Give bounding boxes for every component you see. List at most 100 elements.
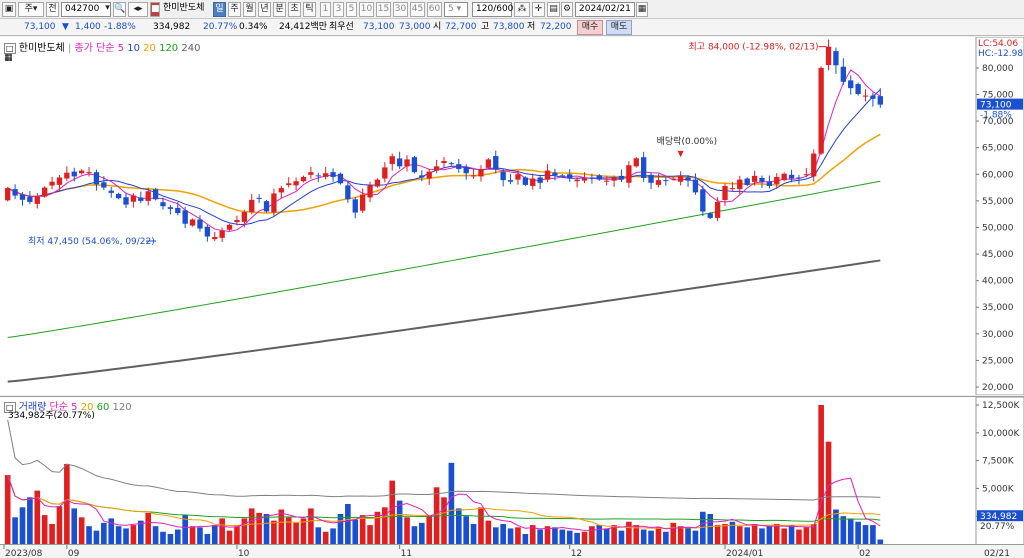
secondary-pct: 0.34% bbox=[239, 22, 268, 32]
legend-vol-ma120: 120 bbox=[112, 402, 132, 413]
candle-body bbox=[411, 157, 418, 173]
period-week-tab[interactable]: 주 bbox=[228, 2, 241, 17]
volume-bar bbox=[359, 515, 366, 544]
best-ask: 73,100 bbox=[363, 22, 395, 32]
candle-body bbox=[78, 170, 85, 174]
interval-select[interactable]: 5 ▾ bbox=[444, 2, 468, 17]
volume-bar bbox=[640, 529, 647, 544]
candle-body bbox=[811, 153, 817, 177]
interval-15-button[interactable]: 15 bbox=[376, 2, 391, 17]
volume-bar bbox=[160, 531, 166, 544]
volume-bar bbox=[389, 480, 396, 544]
candle-body bbox=[670, 178, 676, 180]
chart-type-icon[interactable]: ⁂ bbox=[514, 2, 530, 17]
stock-code-dropdown-icon[interactable]: ▾ bbox=[103, 2, 112, 17]
x-tick-label: 2024/01 bbox=[726, 549, 763, 558]
volume-bar bbox=[574, 532, 580, 544]
volume-bar bbox=[855, 521, 861, 544]
period-minute-tab[interactable]: 분 bbox=[273, 2, 286, 17]
chart-options-icon[interactable]: ▣ bbox=[2, 2, 16, 17]
price-y-tick-label: 25,000 bbox=[982, 356, 1014, 366]
volume-bar bbox=[840, 516, 847, 544]
period-tick-tab[interactable]: 틱 bbox=[303, 2, 316, 17]
current-volume-tag-label: 334,982 bbox=[980, 512, 1017, 522]
calendar-icon[interactable]: ▦ bbox=[636, 2, 648, 17]
current-price: 73,100 bbox=[24, 22, 56, 32]
count-input[interactable]: 120/600 bbox=[472, 2, 513, 17]
sell-button[interactable]: 매도 bbox=[606, 20, 632, 35]
interval-45-button[interactable]: 45 bbox=[410, 2, 425, 17]
interval-5-button[interactable]: 5 bbox=[346, 2, 357, 17]
volume-bar bbox=[515, 527, 521, 544]
candle-body bbox=[175, 207, 181, 214]
volume-bar bbox=[618, 530, 625, 544]
buy-button[interactable]: 매수 bbox=[577, 20, 603, 35]
candle-body bbox=[389, 156, 395, 165]
candle-body bbox=[249, 199, 255, 213]
volume-bar bbox=[818, 405, 824, 544]
volume-bar bbox=[500, 523, 506, 544]
volume-bar bbox=[204, 533, 211, 544]
volume-bar bbox=[78, 517, 85, 544]
candle-body bbox=[655, 180, 662, 185]
turnover-pct: 20.77% bbox=[203, 22, 238, 32]
interval-3-button[interactable]: 3 bbox=[333, 2, 344, 17]
volume-panel[interactable]: 12,500K10,000K7,500K5,000K2,500K334,9822… bbox=[0, 396, 1024, 545]
interval-60-button[interactable]: 60 bbox=[427, 2, 442, 17]
volume-bar bbox=[773, 523, 780, 544]
price-chart[interactable]: 80,00075,00070,00065,00060,00055,00050,0… bbox=[0, 37, 1024, 395]
volume-current-label: 334,982주(20.77%) bbox=[8, 411, 95, 421]
volume-chart[interactable]: 12,500K10,000K7,500K5,000K2,500K334,9822… bbox=[0, 397, 1024, 545]
candle-body bbox=[152, 189, 159, 200]
volume-bar bbox=[655, 527, 662, 544]
legend-ma120: 120 bbox=[159, 43, 179, 54]
legend-ma10: 10 bbox=[127, 43, 140, 54]
candle-body bbox=[803, 174, 810, 176]
volume-bar bbox=[581, 531, 588, 544]
period-year-tab[interactable]: 년 bbox=[258, 2, 271, 17]
candle-body bbox=[226, 224, 233, 230]
settings-gear-icon[interactable]: ⚙ bbox=[561, 2, 573, 17]
candle-body bbox=[308, 172, 314, 175]
candle-body bbox=[870, 95, 876, 99]
candle-body bbox=[204, 226, 211, 237]
search-icon[interactable]: 🔍 bbox=[113, 2, 126, 17]
interval-30-button[interactable]: 30 bbox=[393, 2, 408, 17]
search-scope-button[interactable]: 전 bbox=[46, 2, 59, 17]
legend-vol-ma60: 60 bbox=[96, 402, 110, 413]
volume-bar bbox=[189, 526, 196, 544]
prev-next-stock-button[interactable]: ◂▸ bbox=[128, 2, 148, 17]
volume-bar bbox=[507, 528, 514, 544]
volume-bar bbox=[485, 520, 492, 544]
date-input[interactable]: 2024/02/21 bbox=[575, 2, 635, 17]
candle-body bbox=[34, 196, 40, 204]
candle-body bbox=[71, 171, 77, 177]
candle-body bbox=[626, 165, 632, 183]
volume-bar bbox=[603, 528, 610, 544]
candle-body bbox=[751, 175, 758, 182]
volume-bar bbox=[685, 527, 691, 544]
save-icon[interactable]: ▤ bbox=[547, 2, 560, 17]
period-month-tab[interactable]: 월 bbox=[243, 2, 256, 17]
period-day-tab[interactable]: 일 bbox=[213, 2, 226, 17]
x-tick-label: 12 bbox=[571, 549, 582, 558]
low-annotation: 최저 47,450 (54.06%, 09/22) bbox=[28, 236, 155, 247]
price-y-tick-label: 35,000 bbox=[982, 303, 1014, 313]
crosshair-icon[interactable]: ✛ bbox=[532, 2, 545, 17]
interval-1-button[interactable]: 1 bbox=[320, 2, 331, 17]
volume-bar bbox=[263, 513, 270, 544]
volume-bar bbox=[796, 529, 802, 544]
menu-dropdown[interactable]: 주▾ bbox=[18, 2, 44, 17]
volume-bar bbox=[278, 509, 285, 544]
volume-bar bbox=[123, 528, 129, 544]
interval-10-button[interactable]: 10 bbox=[359, 2, 374, 17]
candle-body bbox=[877, 96, 883, 105]
grid-toggle-icon[interactable]: ▦ bbox=[4, 53, 13, 63]
volume-value: 334,982 bbox=[153, 22, 191, 32]
volume-bar bbox=[174, 529, 181, 544]
candle-body bbox=[833, 51, 839, 66]
period-second-tab[interactable]: 초 bbox=[288, 2, 301, 17]
price-panel[interactable]: 80,000 75,000 70,000 65,000 60,000 55,000 50,0… bbox=[0, 37, 1024, 395]
candle-body bbox=[737, 179, 743, 190]
candle-body bbox=[774, 176, 780, 184]
